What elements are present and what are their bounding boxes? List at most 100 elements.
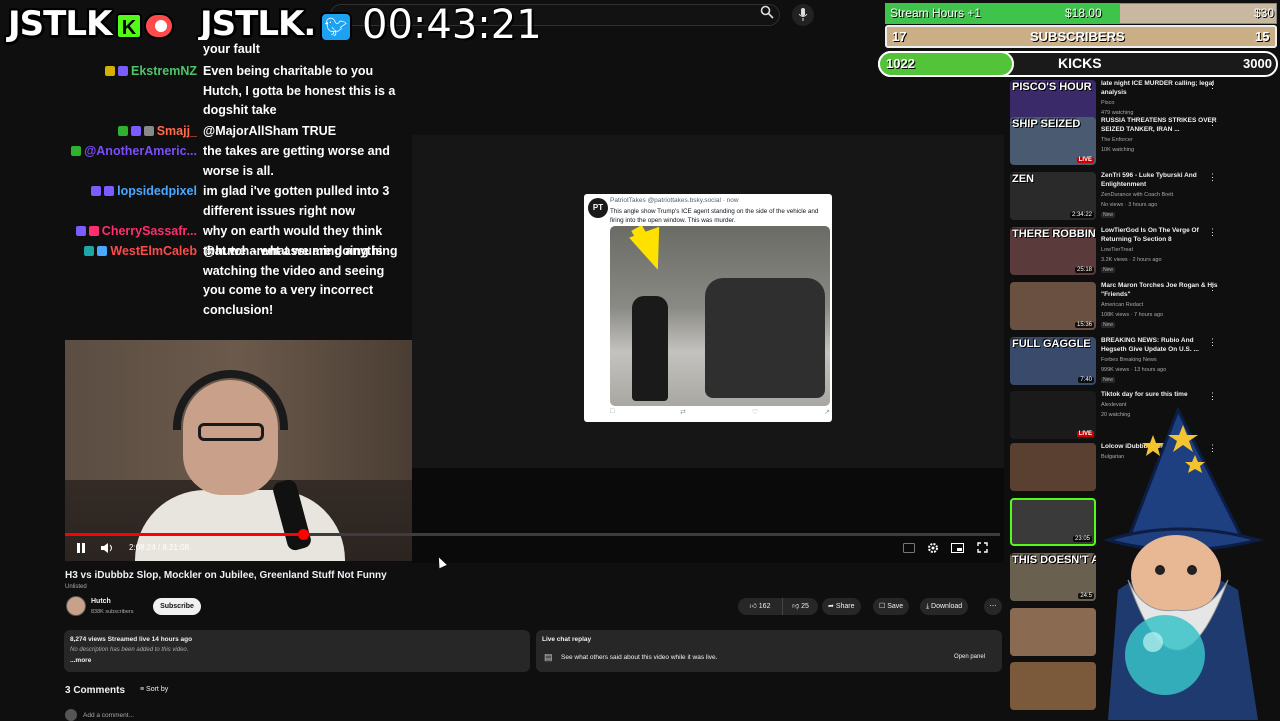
video-thumbnail[interactable]: FULL GAGGLE 7:40 xyxy=(1010,337,1096,385)
save-button[interactable]: ☐ Save xyxy=(873,598,910,615)
video-thumbnail[interactable]: THERE ROBBING ME $3.60 PER HOUR 25:18 xyxy=(1010,227,1096,275)
subscribers-target: 15 xyxy=(1255,29,1270,44)
wizard-eye xyxy=(1187,565,1197,575)
recommended-video[interactable]: ZEN 2:34:22 ZenTri 596 - Luke Tyburski And… xyxy=(1010,172,1278,224)
kicks-current: 1022 xyxy=(886,56,915,71)
subscribe-button[interactable]: Subscribe xyxy=(153,598,201,615)
chat-badge-icon xyxy=(91,186,102,196)
channel-name[interactable]: Hutch xyxy=(91,598,111,605)
chat-username-text: @AnotherAmeric... xyxy=(84,144,197,158)
recommended-title[interactable]: RUSSIA THREATENS STRIKES OVER SEIZED TAN… xyxy=(1101,117,1219,134)
recommended-channel[interactable]: Pisco xyxy=(1101,100,1114,106)
crystal-ball-icon xyxy=(1125,615,1205,695)
pause-icon[interactable] xyxy=(74,542,88,556)
thumbnail-text: ZEN xyxy=(1012,173,1034,185)
kebab-menu-icon[interactable]: ⋮ xyxy=(1208,337,1217,348)
download-label: Download xyxy=(931,603,963,610)
wizard-eye xyxy=(1155,565,1165,575)
tweet-avatar: PT xyxy=(588,198,608,218)
stream-logo-right: JSTLK. xyxy=(200,4,316,44)
wizard-hat xyxy=(1125,406,1246,542)
video-thumbnail[interactable]: ZEN 2:34:22 xyxy=(1010,172,1096,220)
settings-icon[interactable] xyxy=(926,542,940,556)
user-avatar xyxy=(65,709,77,721)
fullscreen-icon[interactable] xyxy=(975,542,989,556)
chat-username-text: WestElmCaleb xyxy=(110,244,197,258)
share-label: Share xyxy=(835,603,855,610)
more-actions-icon[interactable]: ⋯ xyxy=(984,598,1002,615)
chat-badge-icon xyxy=(84,246,95,256)
video-thumbnail[interactable]: 15:36 xyxy=(1010,282,1096,330)
thumbnail-text: THERE ROBBING ME $3.60 PER HOUR xyxy=(1012,228,1096,240)
recommended-channel[interactable]: Forbes Breaking News xyxy=(1101,357,1157,363)
recommended-video[interactable]: THERE ROBBING ME $3.60 PER HOUR 25:18 LowT… xyxy=(1010,227,1278,279)
live-chat-title: Live chat replay xyxy=(542,636,592,643)
tweet-media xyxy=(610,226,830,406)
recommended-title[interactable]: Tiktok day for sure this time xyxy=(1101,391,1219,400)
share-button[interactable]: ➦ Share xyxy=(822,598,861,615)
subscribers-label: SUBSCRIBERS xyxy=(1030,29,1125,44)
recommended-channel[interactable]: The Enforcer xyxy=(1101,137,1133,143)
chat-badge-icon xyxy=(71,146,82,156)
like-button[interactable]: 👍︎ 162 xyxy=(738,598,782,615)
reply-icon: □ xyxy=(610,408,615,415)
download-button[interactable]: ⤓ Download xyxy=(920,598,969,615)
thumbs-up-icon: 👍︎ xyxy=(749,603,759,610)
sort-by-button[interactable]: ≡ Sort by xyxy=(140,686,168,693)
recommended-video[interactable]: SHIP SEIZED LIVE RUSSIA THREATENS STRIKES … xyxy=(1010,117,1278,169)
time-readout: 2:08:24 / 8:21:08 xyxy=(129,543,190,552)
subtitles-icon[interactable] xyxy=(902,542,916,556)
recommended-title[interactable]: LowTierGod Is On The Verge Of Returning … xyxy=(1101,227,1219,244)
volume-icon[interactable] xyxy=(99,542,115,556)
recommended-channel[interactable]: ZenDurance with Coach Brett xyxy=(1101,192,1173,198)
chat-username: EkstremNZ xyxy=(105,62,197,82)
kebab-menu-icon[interactable]: ⋮ xyxy=(1208,117,1217,128)
thumbnail-text: SHIP SEIZED xyxy=(1012,118,1081,130)
video-player[interactable]: PT PatriotTakes @patriottakes.bsky.socia… xyxy=(412,135,1004,468)
like-icon: ♡ xyxy=(751,409,759,416)
chat-message-text: im glad i've gotten pulled into 3 differ… xyxy=(203,184,390,218)
channel-avatar[interactable] xyxy=(66,596,86,616)
thumbnail-text: FULL GAGGLE xyxy=(1012,338,1091,350)
kebab-menu-icon[interactable]: ⋮ xyxy=(1208,282,1217,293)
kebab-menu-icon[interactable]: ⋮ xyxy=(1208,227,1217,238)
channel-subscribers: 838K subscribers xyxy=(91,609,134,615)
microphone-icon[interactable] xyxy=(792,4,814,26)
save-label: Save xyxy=(887,603,904,610)
kebab-menu-icon[interactable]: ⋮ xyxy=(1208,172,1217,183)
chat-username-text: Smajj_ xyxy=(156,124,197,138)
live-chat-replay-box: Live chat replay ▤ See what others said … xyxy=(536,630,1002,672)
visibility-badge: Unlisted xyxy=(65,584,87,590)
kebab-menu-icon[interactable]: ⋮ xyxy=(1208,80,1217,91)
dislike-button[interactable]: 👎︎ 25 xyxy=(782,598,818,615)
miniplayer-icon[interactable] xyxy=(950,542,964,556)
open-panel-button[interactable]: Open panel xyxy=(954,654,985,660)
chat-message-text: your fault xyxy=(203,42,260,56)
recommended-title[interactable]: BREAKING NEWS: Rubio And Hegseth Give Up… xyxy=(1101,337,1219,354)
chat-badge-icon xyxy=(88,226,99,236)
recommended-channel[interactable]: LowTierTreat xyxy=(1101,247,1133,253)
recommended-video[interactable]: FULL GAGGLE 7:40 BREAKING NEWS: Rubio And … xyxy=(1010,337,1278,389)
like-dislike-group: 👍︎ 162 👎︎ 25 xyxy=(738,598,818,615)
yellow-arrow-icon xyxy=(629,226,673,276)
recommended-video[interactable]: 15:36 Marc Maron Torches Joe Rogan & His … xyxy=(1010,282,1278,334)
video-thumbnail[interactable]: SHIP SEIZED LIVE xyxy=(1010,117,1096,165)
chat-badge-icon xyxy=(130,126,141,136)
live-chat-description: See what others said about this video wh… xyxy=(561,654,718,661)
search-icon[interactable] xyxy=(756,5,778,25)
live-badge: LIVE xyxy=(1076,157,1094,163)
recommended-title[interactable]: late night ICE MURDER calling; legal ana… xyxy=(1101,80,1219,97)
kick-logo-icon: K xyxy=(116,13,142,39)
chat-message-text: @MajorAllSham TRUE xyxy=(203,124,337,138)
recommended-channel[interactable]: American Redact xyxy=(1101,302,1143,308)
chat-overlay: your fault EkstremNZ Even being charitable… xyxy=(65,40,412,340)
new-badge: New xyxy=(1101,322,1116,328)
recommended-title[interactable]: Marc Maron Torches Joe Rogan & His "Frie… xyxy=(1101,282,1219,299)
description-box[interactable]: 8,274 views Streamed live 14 hours ago N… xyxy=(64,630,530,672)
duration-badge: 25:18 xyxy=(1074,267,1094,273)
chat-username: CherrySassafr... xyxy=(75,222,197,242)
recommended-title[interactable]: ZenTri 596 - Luke Tyburski And Enlighten… xyxy=(1101,172,1219,189)
description-more-link[interactable]: ...more xyxy=(70,657,91,664)
goal-target: $30 xyxy=(1254,6,1275,20)
add-comment-input[interactable]: Add a comment... xyxy=(83,712,134,719)
